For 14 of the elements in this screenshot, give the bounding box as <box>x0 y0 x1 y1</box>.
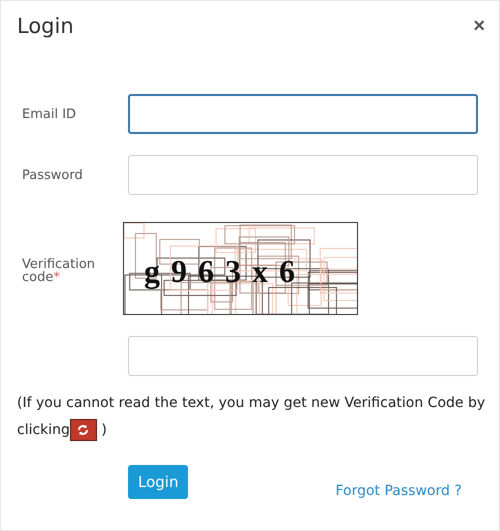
login-button[interactable]: Login <box>128 465 188 499</box>
help-text: (If you cannot read the text, you may get new Verification Code by clicking ) <box>17 390 489 444</box>
forgot-password-link[interactable]: Forgot Password ? <box>335 483 462 499</box>
password-field[interactable] <box>128 155 478 195</box>
field-label: Password <box>22 168 84 182</box>
email-field[interactable] <box>128 94 478 134</box>
refresh-icon <box>76 423 90 438</box>
field-label: Email ID <box>22 106 78 122</box>
refresh-button[interactable] <box>70 419 97 442</box>
close-button[interactable]: × <box>469 14 489 38</box>
verification-code-field[interactable] <box>128 336 478 376</box>
field-label: Verification code* <box>22 258 96 284</box>
dialog-title: Login <box>17 14 74 38</box>
required-mark: * <box>53 270 60 284</box>
